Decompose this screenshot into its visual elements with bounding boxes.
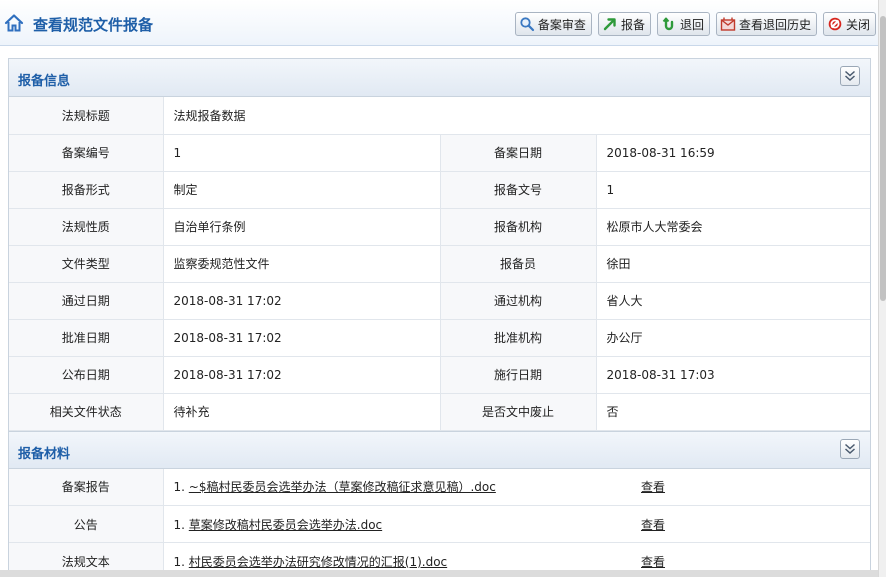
field-label: 批准机构 <box>440 319 597 357</box>
table-row: 备案编号 1 备案日期 2018-08-31 16:59 <box>9 134 870 172</box>
table-row: 法规性质 自治单行条例 报备机构 松原市人大常委会 <box>9 208 870 246</box>
material-index: 1. <box>173 554 185 569</box>
info-table: 法规标题 法规报备数据 备案编号 1 备案日期 2018-08-31 16:59… <box>9 97 870 431</box>
material-file-cell: 1. 草案修改稿村民委员会选举办法.doc <box>163 505 629 543</box>
field-label: 报备文号 <box>440 171 597 209</box>
undo-icon <box>661 16 677 32</box>
vertical-scrollbar[interactable] <box>878 0 886 577</box>
table-row: 文件类型 监察委规范性文件 报备员 徐田 <box>9 245 870 283</box>
field-value: 自治单行条例 <box>163 208 441 246</box>
field-label: 法规性质 <box>9 208 164 246</box>
toolbar: 备案审查 报备 退回 查看退回历史 关闭 <box>514 12 876 36</box>
table-row: 备案报告 1. ~$稿村民委员会选举办法（草案修改稿征求意见稿）.doc 查看 <box>9 468 870 506</box>
field-label: 施行日期 <box>440 356 597 394</box>
view-link[interactable]: 查看 <box>641 518 665 532</box>
material-index: 1. <box>173 517 185 532</box>
field-label: 公布日期 <box>9 356 164 394</box>
field-label: 通过机构 <box>440 282 597 320</box>
return-label: 退回 <box>679 17 704 32</box>
field-value: 2018-08-31 17:03 <box>596 356 870 394</box>
field-value: 1 <box>163 134 441 172</box>
field-label: 批准日期 <box>9 319 164 357</box>
info-collapse-button[interactable] <box>840 66 860 86</box>
materials-table: 备案报告 1. ~$稿村民委员会选举办法（草案修改稿征求意见稿）.doc 查看 … <box>9 468 870 577</box>
field-value: 2018-08-31 16:59 <box>596 134 870 172</box>
field-value: 徐田 <box>596 245 870 283</box>
material-file-link[interactable]: ~$稿村民委员会选举办法（草案修改稿征求意见稿）.doc <box>189 480 496 494</box>
field-value: 法规报备数据 <box>163 97 870 135</box>
submit-button[interactable]: 报备 <box>597 12 651 36</box>
table-row: 批准日期 2018-08-31 17:02 批准机构 办公厅 <box>9 319 870 357</box>
material-action-cell: 查看 <box>629 505 870 543</box>
table-row: 公告 1. 草案修改稿村民委员会选举办法.doc 查看 <box>9 505 870 543</box>
field-value: 2018-08-31 17:02 <box>163 319 441 357</box>
table-row: 通过日期 2018-08-31 17:02 通过机构 省人大 <box>9 282 870 320</box>
submit-label: 报备 <box>620 17 645 32</box>
field-value: 办公厅 <box>596 319 870 357</box>
return-history-label: 查看退回历史 <box>738 17 811 32</box>
table-row: 相关文件状态 待补充 是否文中废止 否 <box>9 393 870 431</box>
material-action-cell: 查看 <box>629 468 870 506</box>
field-value: 监察委规范性文件 <box>163 245 441 283</box>
field-label: 相关文件状态 <box>9 393 164 431</box>
return-history-button[interactable]: 查看退回历史 <box>715 12 817 36</box>
field-value: 制定 <box>163 171 441 209</box>
info-section-header: 报备信息 <box>9 59 870 97</box>
close-label: 关闭 <box>845 17 870 32</box>
materials-collapse-button[interactable] <box>840 438 860 459</box>
close-button[interactable]: 关闭 <box>822 12 876 36</box>
table-row: 报备形式 制定 报备文号 1 <box>9 171 870 209</box>
record-review-button[interactable]: 备案审查 <box>514 12 592 36</box>
view-link[interactable]: 查看 <box>641 555 665 569</box>
material-label: 备案报告 <box>9 468 164 506</box>
table-row: 公布日期 2018-08-31 17:02 施行日期 2018-08-31 17… <box>9 356 870 394</box>
return-button[interactable]: 退回 <box>656 12 710 36</box>
title-bar: 查看规范文件报备 备案审查 报备 退回 查看退回历史 关闭 <box>0 0 886 46</box>
field-value: 松原市人大常委会 <box>596 208 870 246</box>
field-label: 文件类型 <box>9 245 164 283</box>
materials-section-header: 报备材料 <box>9 430 870 469</box>
page-title: 查看规范文件报备 <box>33 16 154 34</box>
record-review-label: 备案审查 <box>537 17 586 32</box>
field-value: 2018-08-31 17:02 <box>163 356 441 394</box>
field-label: 报备形式 <box>9 171 164 209</box>
table-row: 法规标题 法规报备数据 <box>9 97 870 135</box>
view-link[interactable]: 查看 <box>641 480 665 494</box>
material-file-link[interactable]: 草案修改稿村民委员会选举办法.doc <box>189 518 382 532</box>
info-section-title: 报备信息 <box>18 74 71 89</box>
close-icon <box>827 16 843 32</box>
home-icon[interactable] <box>4 13 24 33</box>
material-file-cell: 1. ~$稿村民委员会选举办法（草案修改稿征求意见稿）.doc <box>163 468 629 506</box>
horizontal-scrollbar[interactable] <box>0 570 878 577</box>
field-label: 报备机构 <box>440 208 597 246</box>
field-value: 2018-08-31 17:02 <box>163 282 441 320</box>
scrollbar-thumb[interactable] <box>880 16 886 301</box>
material-file-link[interactable]: 村民委员会选举办法研究修改情况的汇报(1).doc <box>189 555 447 569</box>
materials-section-title: 报备材料 <box>18 446 71 462</box>
history-icon <box>720 16 736 32</box>
field-label: 备案日期 <box>440 134 597 172</box>
chevron-double-down-icon <box>845 70 855 82</box>
field-label: 法规标题 <box>9 97 164 135</box>
material-label: 公告 <box>9 505 164 543</box>
field-label: 通过日期 <box>9 282 164 320</box>
field-value: 省人大 <box>596 282 870 320</box>
main-content: 报备信息 法规标题 法规报备数据 备案编号 1 备案日期 2018-08-31 … <box>8 58 871 577</box>
arrow-up-right-icon <box>602 16 618 32</box>
field-label: 是否文中废止 <box>440 393 597 431</box>
field-value: 待补充 <box>163 393 441 431</box>
field-value: 否 <box>596 393 870 431</box>
field-label: 报备员 <box>440 245 597 283</box>
material-index: 1. <box>173 480 185 495</box>
field-value: 1 <box>596 171 870 209</box>
search-icon <box>519 16 535 32</box>
chevron-double-down-icon <box>845 443 855 454</box>
field-label: 备案编号 <box>9 134 164 172</box>
